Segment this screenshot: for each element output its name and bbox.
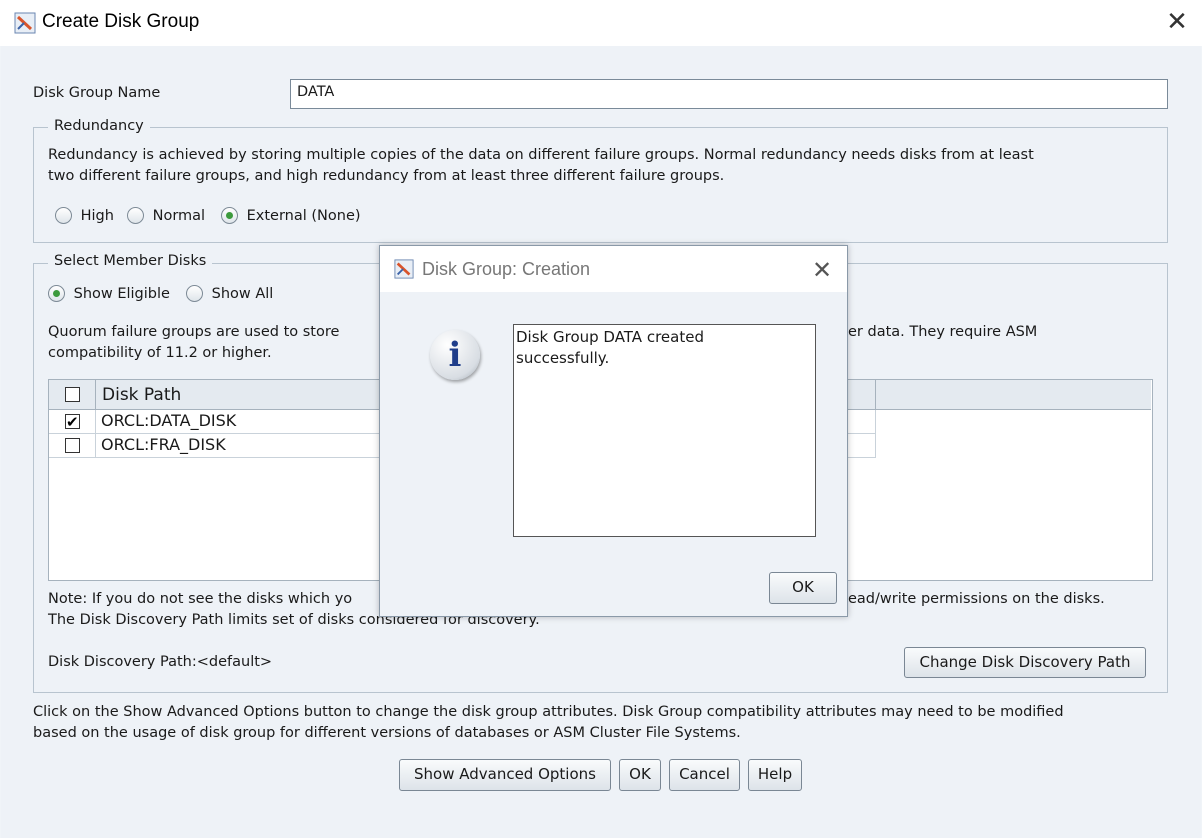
disk-group-name-label: Disk Group Name	[33, 85, 161, 101]
note-text-right: ead/write permissions on the disks.	[848, 591, 1105, 607]
info-icon-glyph: i	[448, 335, 462, 375]
redundancy-group	[33, 127, 1168, 243]
dialog-title: Disk Group: Creation	[422, 259, 591, 279]
radio-show-eligible[interactable]: Show Eligible	[48, 285, 170, 302]
redundancy-description-2: two different failure groups, and high r…	[48, 168, 725, 184]
radio-high-circle[interactable]	[55, 207, 72, 224]
radio-normal-circle[interactable]	[127, 207, 144, 224]
app-icon	[14, 12, 36, 34]
cancel-button[interactable]: Cancel	[669, 759, 740, 791]
radio-normal-label: Normal	[152, 207, 206, 224]
show-advanced-options-button[interactable]: Show Advanced Options	[399, 759, 611, 791]
advanced-info-text-2: based on the usage of disk group for dif…	[33, 725, 741, 741]
radio-external[interactable]: External (None)	[221, 207, 361, 224]
radio-show-all-circle[interactable]	[186, 285, 203, 302]
radio-high[interactable]: High	[55, 207, 114, 224]
table-row-check-cell	[49, 410, 96, 434]
redundancy-description: Redundancy is achieved by storing multip…	[48, 147, 1034, 163]
quorum-text: Quorum failure groups are used to store	[48, 324, 340, 340]
radio-normal[interactable]: Normal	[127, 207, 205, 224]
dialog-message-line1: Disk Group DATA created	[516, 328, 704, 346]
advanced-info-text: Click on the Show Advanced Options butto…	[33, 704, 1064, 720]
quorum-text-right: er data. They require ASM	[848, 324, 1038, 340]
row-checkbox[interactable]	[65, 411, 80, 433]
discovery-path-label: Disk Discovery Path:<default>	[48, 654, 273, 670]
creation-dialog: Disk Group: Creation ✕ i Disk Group DATA…	[379, 245, 848, 617]
close-icon[interactable]: ✕	[1164, 9, 1190, 36]
member-disks-legend: Select Member Disks	[48, 253, 213, 269]
dialog-message: Disk Group DATA created successfully.	[513, 324, 816, 537]
window-title: Create Disk Group	[42, 11, 200, 32]
dialog-message-line2: successfully.	[516, 349, 610, 367]
radio-show-all-label: Show All	[211, 285, 274, 302]
radio-show-eligible-circle[interactable]	[48, 285, 65, 302]
disk-group-name-input[interactable]: DATA	[290, 79, 1168, 109]
radio-external-label: External (None)	[246, 207, 361, 224]
dialog-ok-button[interactable]: OK	[769, 572, 837, 604]
dialog-app-icon	[394, 259, 414, 279]
help-button[interactable]: Help	[748, 759, 802, 791]
ok-button[interactable]: OK	[619, 759, 661, 791]
radio-show-all[interactable]: Show All	[186, 285, 273, 302]
info-icon: i	[430, 330, 480, 380]
select-all-checkbox[interactable]	[65, 387, 80, 402]
quorum-text-2: compatibility of 11.2 or higher.	[48, 345, 272, 361]
radio-external-circle[interactable]	[221, 207, 238, 224]
radio-high-label: High	[80, 207, 114, 224]
row-checkbox[interactable]	[65, 438, 80, 453]
dialog-close-icon[interactable]: ✕	[812, 256, 832, 284]
redundancy-legend: Redundancy	[48, 118, 150, 134]
change-discovery-path-button[interactable]: Change Disk Discovery Path	[904, 647, 1146, 678]
header-select-cell	[49, 380, 96, 410]
radio-show-eligible-label: Show Eligible	[73, 285, 170, 302]
note-text: Note: If you do not see the disks which …	[48, 591, 353, 607]
table-row-check-cell	[49, 434, 96, 458]
